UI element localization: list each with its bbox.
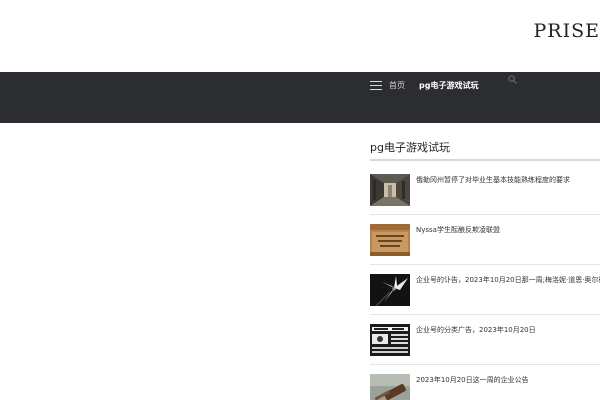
sidebar-post-title[interactable]: Nyssa学生酝酿反欺凌联盟: [416, 226, 600, 235]
sidebar-heading-divider: [370, 159, 600, 161]
page: PRISE 首页 pg电子游戏试玩 pg电子游戏试玩 俄勒冈州暂停了对毕业生基本…: [0, 0, 600, 400]
sidebar-heading: pg电子游戏试玩: [370, 141, 450, 154]
site-logo[interactable]: PRISE: [534, 20, 600, 42]
post-divider: [370, 364, 600, 365]
nav-item-home[interactable]: 首页: [389, 80, 405, 91]
nav-item-current[interactable]: pg电子游戏试玩: [419, 80, 478, 91]
plaque-photo[interactable]: [370, 224, 410, 256]
sidebar-post[interactable]: 2023年10月20日这一周的企业公告: [370, 374, 600, 400]
sidebar-post-title[interactable]: 2023年10月20日这一周的企业公告: [416, 376, 600, 385]
gavel-photo[interactable]: [370, 374, 410, 400]
sidebar-post-title[interactable]: 俄勒冈州暂停了对毕业生基本技能熟练程度的要求: [416, 176, 600, 185]
sidebar-post[interactable]: 企业号的讣告，2023年10月20日那一周;梅洛妮·道恩·奥尔德: [370, 274, 600, 308]
hallway-photo[interactable]: [370, 174, 410, 206]
post-divider: [370, 314, 600, 315]
sidebar-post-title[interactable]: 企业号的分类广告，2023年10月20日: [416, 326, 600, 335]
post-divider: [370, 264, 600, 265]
lily-flower-photo[interactable]: [370, 274, 410, 306]
sidebar-post-title[interactable]: 企业号的讣告，2023年10月20日那一周;梅洛妮·道恩·奥尔德: [416, 276, 600, 285]
sidebar-post[interactable]: 企业号的分类广告，2023年10月20日: [370, 324, 600, 358]
hamburger-menu-icon[interactable]: [370, 81, 382, 90]
classified-ads-photo[interactable]: [370, 324, 410, 356]
sidebar-post[interactable]: Nyssa学生酝酿反欺凌联盟: [370, 224, 600, 258]
search-icon[interactable]: [508, 75, 517, 84]
post-divider: [370, 214, 600, 215]
site-header: PRISE: [0, 0, 600, 72]
sidebar-post[interactable]: 俄勒冈州暂停了对毕业生基本技能熟练程度的要求: [370, 174, 600, 208]
